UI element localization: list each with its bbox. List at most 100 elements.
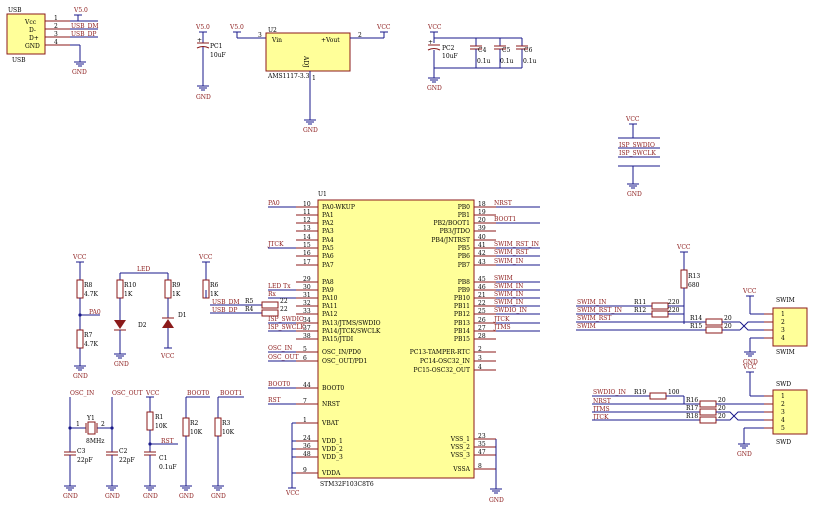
r2-val: 10K — [190, 429, 203, 436]
u1-right-pin-number: 46 — [478, 284, 486, 291]
u1-left-pin-name: PA8 — [322, 279, 334, 286]
usb-pin-name-1: Vcc — [24, 19, 37, 26]
c5-val: 0.1u — [500, 58, 514, 65]
u1-left-pin-name: BOOT0 — [322, 385, 344, 392]
led-vcc1: VCC — [72, 254, 87, 261]
c5-des: C5 — [502, 47, 511, 54]
u1-right-pin-name: VSS_1 — [450, 436, 470, 443]
u1-right-pin-number: 28 — [478, 333, 486, 340]
u1-right-pin-name: PB13 — [454, 320, 470, 327]
u1-left-pin-number: 16 — [303, 250, 311, 257]
reset-block: VCC R1 10K RST C1 0.1uF GND — [143, 390, 178, 500]
u1-left-pin-name: PA7 — [322, 262, 334, 269]
u1-right-net-label: NRST — [494, 200, 512, 207]
u1-des: U1 — [318, 191, 327, 198]
swd-pin1: 1 — [781, 393, 785, 400]
u1-left-pin-number: 36 — [303, 443, 311, 450]
r14-val: 20 — [724, 315, 732, 322]
u1-right-net-label: JTCK — [493, 316, 510, 323]
pc1-net: V5.0 — [195, 24, 210, 31]
r11-val: 220 — [668, 299, 680, 306]
u1-right-pin-name: PB7 — [458, 262, 470, 269]
u1-right-pin-number: 19 — [478, 209, 486, 216]
u1-left-pin-name: VBAT — [321, 420, 339, 427]
swd-pin3: 3 — [781, 409, 785, 416]
u1-left-pin-number: 34 — [303, 317, 311, 324]
r5-val: 22 — [280, 298, 288, 305]
pc2-val: 10uF — [442, 53, 458, 60]
pc2-plus-sign: + — [428, 39, 433, 46]
u2-net-in: V5.0 — [229, 24, 244, 31]
u1-right-net-label: SWIM — [494, 275, 513, 282]
usb-net-dm: USB_DM — [71, 23, 99, 30]
y1-freq: 8MHz — [86, 438, 104, 445]
osc-in: OSC_IN — [70, 390, 94, 397]
u1-left-pin-name: PA2 — [322, 220, 334, 227]
boot0-net: BOOT0 — [187, 390, 209, 397]
swd-title: SWD — [776, 381, 791, 388]
u1-right-pin-name: PB0 — [458, 204, 470, 211]
u1-left-pin-name: PA12 — [322, 311, 338, 318]
d1-des: D1 — [178, 312, 187, 319]
u1-right-pin-number: 23 — [478, 433, 486, 440]
u1-left-pin-number: 38 — [303, 333, 311, 340]
u1-right-pin-number: 45 — [478, 276, 486, 283]
swim-pin3: 3 — [781, 327, 785, 334]
led-gnd1: GND — [73, 373, 88, 380]
swd-connector — [772, 389, 808, 435]
schematic-canvas: USB Vcc D- D+ GND USB 1 2 3 4 V5.0 USB_D… — [6, 7, 808, 504]
u2-gnd: GND — [303, 127, 318, 134]
r17-val: 20 — [718, 405, 726, 412]
u1-right-pin-name: PB2/BOOT1 — [434, 220, 470, 227]
boot-gnd2: GND — [211, 493, 226, 500]
r4-val: 22 — [280, 306, 288, 313]
u2-net-out: VCC — [376, 24, 391, 31]
u1-left-pin-number: 5 — [303, 346, 307, 353]
swim-title-bottom: SWIM — [776, 349, 795, 356]
swim-pin2: 2 — [781, 319, 785, 326]
c4-val: 0.1u — [477, 58, 491, 65]
swim-block: VCC R13 680 SWIM_IN R11 220 SWIM_RST_IN … — [576, 244, 808, 366]
usb-series-resistors: USB_DM R5 22 USB_DP R4 22 — [210, 298, 288, 317]
swd-net-swdio: SWDIO_IN — [593, 389, 626, 396]
swd-pin2: 2 — [781, 401, 785, 408]
c3-des: C3 — [77, 448, 86, 455]
swim-vcc: VCC — [676, 244, 691, 251]
pc1-capacitor: V5.0 + PC1 10uF GND — [195, 24, 226, 101]
u1-right-pin-name: PB10 — [454, 295, 470, 302]
c6-des: C6 — [524, 47, 533, 54]
usb-pin-num-2: 2 — [54, 23, 58, 30]
swim-in2: SWIM_RST_IN — [577, 307, 622, 314]
c6-val: 0.1u — [523, 58, 537, 65]
u1-left-pin-name: OSC_OUT/PD1 — [322, 358, 367, 365]
u1-right-pin-name: VSS_3 — [450, 452, 470, 459]
r6-des: R6 — [210, 282, 219, 289]
u1-left-pin-number: 12 — [303, 217, 311, 224]
u1-left-pin-name: PA9 — [322, 287, 334, 294]
u1-right-pin-number: 18 — [478, 201, 486, 208]
usb-pin-name-4: GND — [25, 43, 40, 50]
decoupling-caps: VCC + PC2 10uF C4 0.1u C5 0.1u C6 0.1u G… — [427, 24, 537, 92]
swim-in1: SWIM_IN — [577, 299, 606, 306]
usb-net-vcc: V5.0 — [73, 7, 88, 14]
pc2-des: PC2 — [442, 45, 455, 52]
u1-left-net-label: OSC_OUT — [268, 354, 299, 361]
r6-vcc: VCC — [198, 254, 213, 261]
swim-pin4: 4 — [781, 335, 785, 342]
u1-right-net-label: SWIM_IN — [494, 299, 523, 306]
u1-left-pin-number: 33 — [303, 308, 311, 315]
rst-net: RST — [161, 438, 174, 445]
u1-left-net-label: JTCK — [267, 241, 284, 248]
y1-des: Y1 — [86, 415, 95, 422]
u2-regulator: V5.0 U2 3 Vin +Vout 2 ADJ 1 AMS1117-3.3 … — [229, 24, 391, 134]
u1-left-net-label: BOOT0 — [268, 381, 290, 388]
r12-val: 220 — [668, 307, 680, 314]
swim-connector — [772, 307, 808, 347]
u2-vout: +Vout — [321, 37, 340, 44]
u1-left-pin-number: 10 — [303, 201, 311, 208]
u1-right-net-label: JTMS — [493, 324, 511, 331]
swd-pin5: 5 — [781, 425, 785, 432]
u1-left-pin-name: PA3 — [322, 228, 334, 235]
r9-val: 1K — [172, 291, 181, 298]
c2-val: 22pF — [119, 457, 135, 464]
